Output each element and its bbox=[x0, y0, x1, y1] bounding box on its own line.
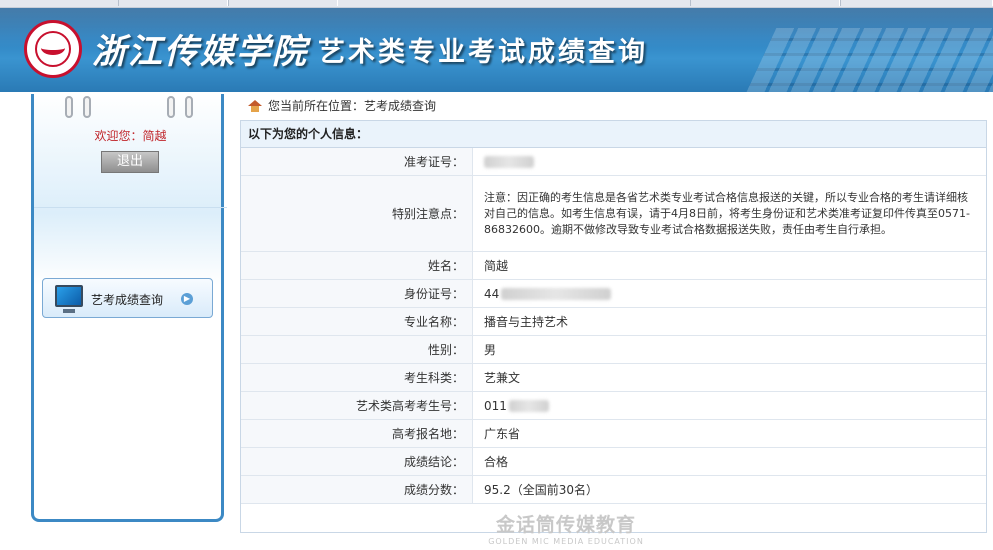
row-value: 广东省 bbox=[484, 427, 521, 441]
row-label: 特别注意点： bbox=[241, 176, 473, 251]
arrow-right-icon: ▶ bbox=[181, 293, 193, 305]
table-row: 成绩分数： 95.2（全国前30名） bbox=[241, 476, 986, 504]
home-icon bbox=[248, 100, 262, 112]
sidebar: 欢迎您：简越 退出 艺考成绩查询 ▶ bbox=[31, 94, 227, 522]
table-row: 性别： 男 bbox=[241, 336, 986, 364]
tab-divider bbox=[840, 0, 993, 6]
row-value: 44 bbox=[473, 280, 986, 307]
table-row: 成绩结论： 合格 bbox=[241, 448, 986, 476]
school-name: 浙江传媒学院 bbox=[92, 32, 308, 72]
row-label: 成绩结论： bbox=[241, 448, 473, 475]
row-label: 高考报名地： bbox=[241, 420, 473, 447]
row-value: 播音与主持艺术 bbox=[484, 315, 569, 329]
table-row: 特别注意点： 注意：因正确的考生信息是各省艺术类专业考试合格信息报送的关键，所以… bbox=[241, 176, 986, 252]
row-value: 95.2（全国前30名） bbox=[484, 483, 598, 497]
table-row: 姓名： 简越 bbox=[241, 252, 986, 280]
table-row: 考生科类： 艺兼文 bbox=[241, 364, 986, 392]
row-value: 合格 bbox=[484, 455, 509, 469]
tab-divider bbox=[118, 0, 228, 6]
binder-ring-icon bbox=[185, 96, 193, 118]
browser-tab-strip bbox=[0, 0, 993, 8]
row-label: 姓名： bbox=[241, 252, 473, 279]
sidebar-item-label: 艺考成绩查询 bbox=[91, 293, 164, 307]
watermark-subtitle: GOLDEN MIC MEDIA EDUCATION bbox=[488, 537, 644, 546]
keyboard-graphic bbox=[743, 28, 993, 92]
row-value: 艺兼文 bbox=[484, 371, 521, 385]
row-label: 考生科类： bbox=[241, 364, 473, 391]
notice-text: 注意：因正确的考生信息是各省艺术类专业考试合格信息报送的关键，所以专业合格的考生… bbox=[484, 190, 970, 236]
redacted-value bbox=[484, 155, 534, 168]
row-label: 专业名称： bbox=[241, 308, 473, 335]
binder-ring-icon bbox=[83, 96, 91, 118]
table-row: 准考证号： bbox=[241, 148, 986, 176]
system-title: 艺术类专业考试成绩查询 bbox=[318, 37, 648, 68]
row-label: 艺术类高考考生号： bbox=[241, 392, 473, 419]
row-value bbox=[473, 148, 986, 175]
table-row: 身份证号： 44 bbox=[241, 280, 986, 308]
watermark-logo: 金话筒传媒教育 GOLDEN MIC MEDIA EDUCATION bbox=[486, 510, 646, 546]
table-row: 高考报名地： 广东省 bbox=[241, 420, 986, 448]
personal-info-table: 以下为您的个人信息： 准考证号： 特别注意点： 注意：因正确的考生信息是各省艺术… bbox=[240, 120, 987, 533]
row-label: 成绩分数： bbox=[241, 476, 473, 503]
row-value: 男 bbox=[484, 343, 497, 357]
monitor-icon bbox=[55, 285, 83, 313]
row-label: 性别： bbox=[241, 336, 473, 363]
row-label: 准考证号： bbox=[241, 148, 473, 175]
row-value: 011 bbox=[473, 392, 986, 419]
row-value: 简越 bbox=[484, 259, 509, 273]
section-title: 以下为您的个人信息： bbox=[241, 121, 986, 148]
row-label: 身份证号： bbox=[241, 280, 473, 307]
redacted-value bbox=[508, 399, 549, 412]
watermark-title: 金话筒传媒教育 bbox=[495, 514, 636, 536]
school-logo-icon bbox=[24, 20, 82, 78]
redacted-value bbox=[501, 287, 612, 300]
breadcrumb: 您当前所在位置：艺考成绩查询 bbox=[248, 97, 436, 115]
welcome-text: 欢迎您：简越 bbox=[94, 129, 167, 143]
binder-ring-icon bbox=[65, 96, 73, 118]
sidebar-divider bbox=[34, 207, 227, 208]
breadcrumb-text: 您当前所在位置：艺考成绩查询 bbox=[268, 99, 437, 113]
table-row: 专业名称： 播音与主持艺术 bbox=[241, 308, 986, 336]
logout-button[interactable]: 退出 bbox=[101, 151, 159, 173]
tab-divider bbox=[228, 0, 338, 6]
tab-divider bbox=[690, 0, 840, 6]
binder-ring-icon bbox=[167, 96, 175, 118]
header-banner: 浙江传媒学院 艺术类专业考试成绩查询 bbox=[0, 8, 993, 92]
table-row: 艺术类高考考生号： 011 bbox=[241, 392, 986, 420]
sidebar-item-score-query[interactable]: 艺考成绩查询 ▶ bbox=[42, 278, 213, 318]
